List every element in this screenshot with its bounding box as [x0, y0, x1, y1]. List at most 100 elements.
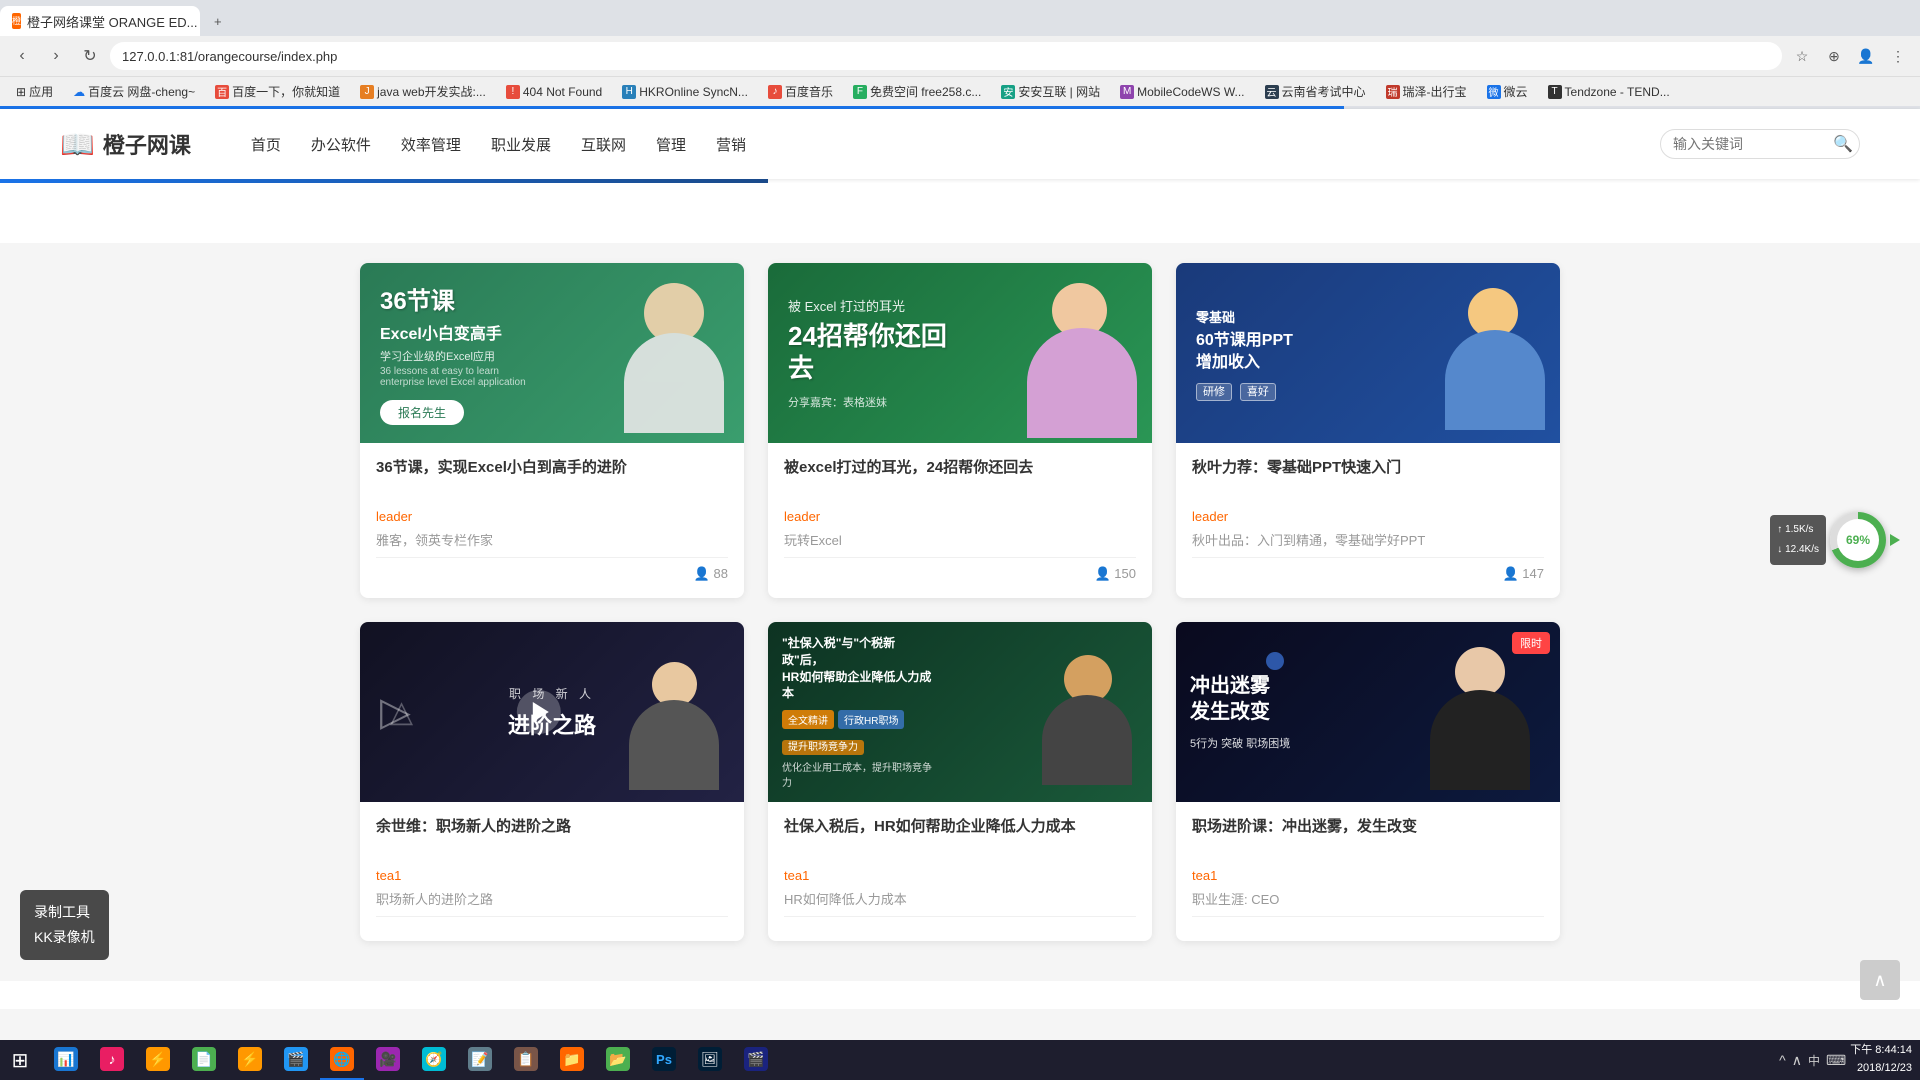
course-author-6[interactable]: tea1 [1192, 868, 1544, 883]
refresh-btn[interactable]: ↻ [76, 42, 104, 70]
taskbar-app-charg1[interactable]: ⚡ [136, 1040, 180, 1080]
course-card-4[interactable]: ▷ △ 职 场 新 人 进阶之路 [360, 622, 744, 941]
course-desc-2: 玩转Excel [784, 530, 1136, 549]
bookmark-icon: 百 [215, 85, 229, 99]
taskbar-app-kk[interactable]: 🎬 [734, 1040, 778, 1080]
taskbar-app-navigate[interactable]: 🧭 [412, 1040, 456, 1080]
course-card-1[interactable]: 36节课 Excel小白变高手 学习企业级的Excel应用 36 lessons… [360, 263, 744, 598]
menu-btn[interactable]: ⋮ [1884, 42, 1912, 70]
new-tab-label: + [214, 14, 222, 29]
bookmark-apps[interactable]: ⊞ 应用 [8, 81, 61, 102]
main-content: 36节课 Excel小白变高手 学习企业级的Excel应用 36 lessons… [0, 243, 1920, 981]
hero-space [0, 183, 1920, 243]
course-title-1: 36节课，实现Excel小白到高手的进阶 [376, 457, 728, 501]
taskbar-app-note[interactable]: 📝 [458, 1040, 502, 1080]
course-footer-2: 👤 150 [784, 557, 1136, 582]
course-card-5[interactable]: "社保入税"与"个税新政"后，HR如何帮助企业降低人力成本 全文精讲 行政HR职… [768, 622, 1152, 941]
search-btn[interactable]: 🔍 [1833, 134, 1853, 154]
taskbar-app-orange[interactable]: 📁 [550, 1040, 594, 1080]
profile-btn[interactable]: 👤 [1852, 42, 1880, 70]
taskbar-app-logo[interactable]: 🖼 [688, 1040, 732, 1080]
taskbar-app-video[interactable]: 🎥 [366, 1040, 410, 1080]
taskbar-app-mp4[interactable]: 🎬 [274, 1040, 318, 1080]
taskbar-start-btn[interactable]: ⊞ [0, 1040, 40, 1080]
bookmark-free258[interactable]: F 免费空间 free258.c... [845, 81, 989, 102]
nav-home[interactable]: 首页 [251, 130, 281, 159]
taskbar-app-browser[interactable]: 🌐 [320, 1040, 364, 1080]
course-card-3[interactable]: 零基础 60节课用PPT增加收入 研修 喜好 秋叶力荐：零基础PPT快速入门 l… [1176, 263, 1560, 598]
course-footer-6 [1192, 916, 1544, 925]
bookmark-icon: 瑞 [1386, 85, 1400, 99]
thumb-3-title: 60节课用PPT增加收入 [1196, 330, 1293, 375]
taskbar-app-ps[interactable]: Ps [642, 1040, 686, 1080]
thumb-3-tags: 研修 喜好 [1196, 382, 1293, 399]
bookmark-mobile[interactable]: M MobileCodeWS W... [1112, 83, 1252, 101]
progress-text: 69% [1837, 519, 1879, 561]
bookmark-music[interactable]: ♪ 百度音乐 [760, 81, 841, 102]
bookmark-anan[interactable]: 安 安安互联 | 网站 [993, 81, 1108, 102]
progress-circle[interactable]: 69% [1830, 512, 1886, 568]
website: 📖 橙子网课 首页 办公软件 效率管理 职业发展 互联网 管理 营销 🔍 [0, 109, 1920, 1009]
tray-lang[interactable]: 中 [1808, 1052, 1820, 1069]
tray-chevron[interactable]: ^ [1779, 1052, 1786, 1068]
course-author-1[interactable]: leader [376, 509, 728, 524]
taskbar-app-gado[interactable]: 📂 [596, 1040, 640, 1080]
tab-title: 橙子网络课堂 ORANGE ED... [27, 12, 197, 31]
active-tab[interactable]: 橙 橙子网络课堂 ORANGE ED... ✕ [0, 6, 200, 36]
course-author-4[interactable]: tea1 [376, 868, 728, 883]
forward-btn[interactable]: › [42, 42, 70, 70]
thumb-1-btn[interactable]: 报名先生 [380, 400, 464, 425]
bookmark-weiyun[interactable]: 微 微云 [1479, 81, 1536, 102]
bookmark-404[interactable]: ! 404 Not Found [498, 83, 610, 101]
taskbar-app-music[interactable]: ♪ [90, 1040, 134, 1080]
taskbar-app-newdoc[interactable]: 📄 [182, 1040, 226, 1080]
nav-office[interactable]: 办公软件 [311, 130, 371, 159]
course-card-2[interactable]: 被 Excel 打过的耳光 24招帮你还回去 分享嘉宾：表格迷妹 被excel打… [768, 263, 1152, 598]
bookmark-baidu-cloud[interactable]: ☁ 百度云 网盘-cheng~ [65, 81, 203, 102]
tray-keyboard[interactable]: ⌨ [1826, 1052, 1846, 1069]
course-info-3: 秋叶力荐：零基础PPT快速入门 leader 秋叶出品：入门到精通，零基础学好P… [1176, 443, 1560, 598]
extensions-btn[interactable]: ⊕ [1820, 42, 1848, 70]
search-input[interactable] [1673, 136, 1833, 152]
tray-network[interactable]: ∧ [1792, 1052, 1802, 1069]
back-btn[interactable]: ‹ [8, 42, 36, 70]
address-input[interactable] [110, 42, 1782, 70]
bookmark-tendzone[interactable]: T Tendzone - TEND... [1540, 83, 1678, 101]
logo[interactable]: 📖 橙子网课 [60, 128, 191, 161]
nav-marketing[interactable]: 营销 [716, 130, 746, 159]
course-card-6[interactable]: 限时 冲出迷雾发生改变 5行为 突破 职场困境 [1176, 622, 1560, 941]
nav-internet[interactable]: 互联网 [581, 130, 626, 159]
course-author-3[interactable]: leader [1192, 509, 1544, 524]
bookmark-label: 百度云 网盘-cheng~ [88, 83, 195, 100]
thumb-2-title: 24招帮你还回去 [788, 321, 948, 383]
bookmark-btn[interactable]: ☆ [1788, 42, 1816, 70]
course-desc-4: 职场新人的进阶之路 [376, 889, 728, 908]
record-tool[interactable]: 录制工具 KK录像机 [20, 890, 109, 960]
bookmark-ruize[interactable]: 瑞 瑞泽-出行宝 [1378, 81, 1475, 102]
new-tab-btn[interactable]: + [202, 6, 234, 36]
tray-time[interactable]: 下午 8:44:14 2018/12/23 [1850, 1042, 1912, 1077]
bookmark-baidu[interactable]: 百 百度一下，你就知道 [207, 81, 348, 102]
taskbar-app-define[interactable]: 📋 [504, 1040, 548, 1080]
nav-efficiency[interactable]: 效率管理 [401, 130, 461, 159]
back-to-top-btn[interactable]: ∧ [1860, 960, 1900, 1000]
nav-career[interactable]: 职业发展 [491, 130, 551, 159]
taskbar-app-charg2[interactable]: ⚡ [228, 1040, 272, 1080]
course-desc-3: 秋叶出品：入门到精通，零基础学好PPT [1192, 530, 1544, 549]
bookmark-java[interactable]: J java web开发实战:... [352, 81, 494, 102]
course-thumbnail-4: ▷ △ 职 场 新 人 进阶之路 [360, 622, 744, 802]
taskbar-app-explorer[interactable]: 📊 [44, 1040, 88, 1080]
expand-btn[interactable] [1890, 534, 1900, 546]
course-title-3: 秋叶力荐：零基础PPT快速入门 [1192, 457, 1544, 501]
bookmark-hkr[interactable]: H HKROnline SyncN... [614, 83, 756, 101]
bookmark-label: 云南省考试中心 [1282, 83, 1366, 100]
thumb-2-label: 被 Excel 打过的耳光 [788, 296, 948, 315]
thumb-4-label: 职 场 新 人 [508, 685, 596, 702]
course-footer-3: 👤 147 [1192, 557, 1544, 582]
course-author-5[interactable]: tea1 [784, 868, 1136, 883]
bookmark-label: MobileCodeWS W... [1137, 85, 1244, 99]
bookmark-icon: T [1548, 85, 1562, 99]
nav-management[interactable]: 管理 [656, 130, 686, 159]
course-author-2[interactable]: leader [784, 509, 1136, 524]
bookmark-yunnan[interactable]: 云 云南省考试中心 [1257, 81, 1374, 102]
